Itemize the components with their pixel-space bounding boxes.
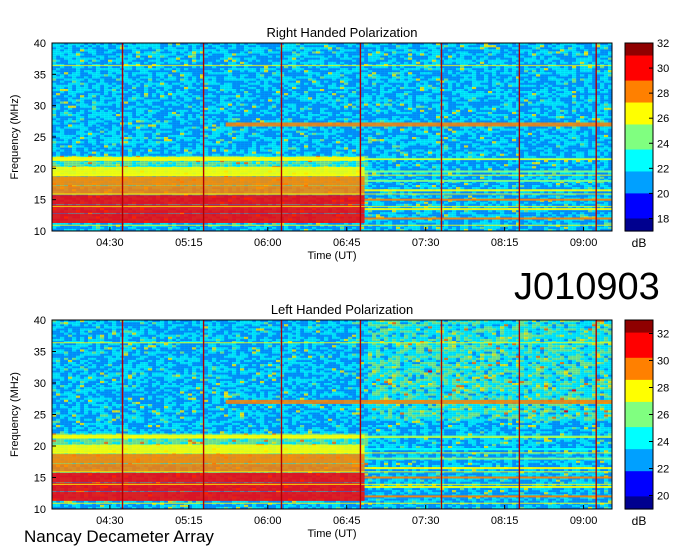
heatmap-area — [52, 43, 612, 231]
panel-right-handed: Right Handed Polarization04:30 05:15 06:00… — [9, 25, 669, 262]
